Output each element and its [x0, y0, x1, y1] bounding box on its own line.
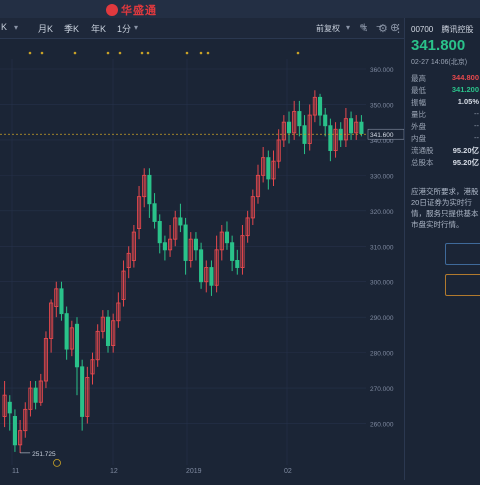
tab-quarterly[interactable]: 季K	[64, 22, 79, 35]
action-button-primary[interactable]	[445, 243, 480, 265]
candle-down	[338, 128, 343, 141]
chevron-down-icon: ▾	[134, 23, 139, 32]
event-e-icon	[53, 458, 61, 467]
y-tick-label: 270.000	[370, 386, 394, 393]
candle-down	[209, 267, 214, 286]
y-tick-label: 330.000	[370, 173, 394, 180]
brand-name: 华盛通	[121, 5, 157, 17]
candle-down	[235, 260, 240, 268]
pencil-icon[interactable]: ✎	[359, 22, 368, 35]
stock-code: 00700	[411, 25, 434, 34]
candle-down	[183, 224, 188, 261]
chevron-down-icon: ▾	[346, 23, 351, 32]
candle-down	[162, 242, 167, 251]
event-marker	[73, 51, 77, 55]
x-tick-label: 11	[12, 468, 19, 475]
adjust-dropdown[interactable]: ▾	[346, 21, 350, 33]
adjust-select[interactable]: 前复权	[316, 23, 340, 34]
event-marker	[140, 51, 144, 55]
stat-float-shares: 流通股 95.20亿	[411, 146, 479, 155]
tab-k-dropdown[interactable]: ▾	[14, 22, 18, 32]
event-marker	[146, 51, 150, 55]
candle-down	[224, 231, 230, 244]
low-price-label: 251.725	[32, 451, 56, 458]
candle-down	[7, 401, 12, 414]
candle-down	[297, 111, 302, 127]
candle-down	[152, 203, 157, 222]
event-marker	[199, 51, 203, 55]
y-tick-label: 310.000	[370, 244, 394, 251]
tab-k[interactable]: K	[1, 22, 7, 32]
candle-down	[359, 121, 364, 134]
action-button-secondary[interactable]	[445, 274, 480, 296]
event-marker	[118, 51, 122, 55]
candle-down	[286, 121, 292, 134]
quote-timestamp: 02-27 14:06(北京)	[411, 59, 468, 66]
y-tick-label: 290.000	[370, 315, 394, 322]
event-marker	[40, 51, 44, 55]
y-tick-label: 350.000	[370, 102, 394, 109]
last-price: 341.800	[411, 37, 466, 54]
candle-down	[266, 157, 271, 180]
chevron-down-icon: ▾	[14, 23, 19, 32]
candle-down	[317, 96, 323, 116]
y-tick-label: 260.000	[370, 422, 394, 429]
stock-name: 腾讯控股	[441, 25, 474, 34]
candlestick-chart[interactable]: 360.000350.000340.000330.000320.000310.0…	[0, 38, 405, 480]
candle-down	[199, 249, 204, 283]
event-marker	[106, 51, 110, 55]
stat-total-shares: 总股本 95.20亿	[411, 158, 479, 167]
y-tick-label: 360.000	[370, 67, 394, 74]
more-icon[interactable]: ⋮	[393, 22, 404, 35]
app-header: 华盛通	[0, 0, 480, 18]
tab-monthly[interactable]: 月K	[38, 22, 53, 35]
candle-down	[328, 125, 333, 151]
candle-down	[193, 238, 198, 251]
stock-header: 00700 腾讯控股	[411, 24, 479, 35]
tab-yearly[interactable]: 年K	[91, 22, 106, 35]
event-marker	[206, 51, 210, 55]
brand: 华盛通	[106, 2, 157, 18]
candle-down	[105, 316, 111, 346]
candle-down	[323, 114, 328, 127]
candle-down	[349, 118, 354, 134]
candle-down	[230, 242, 235, 261]
current-price-label: 341.600	[370, 132, 394, 139]
candle-down	[157, 221, 162, 244]
event-marker	[28, 51, 32, 55]
candle-down	[59, 288, 64, 315]
candle-down	[12, 416, 17, 446]
y-tick-label: 320.000	[370, 209, 394, 216]
tab-1min-dropdown[interactable]: ▾	[134, 22, 138, 32]
y-tick-label: 280.000	[370, 351, 394, 358]
candle-down	[80, 366, 85, 417]
quote-panel: 00700 腾讯控股 341.800 ▼ 02-27 14:06(北京) 最高3…	[404, 18, 480, 480]
stat-high: 最高 344.800	[411, 73, 479, 83]
event-marker	[185, 51, 189, 55]
x-tick-label: 12	[110, 468, 118, 475]
event-marker	[296, 51, 300, 55]
stat-amplitude: 振幅 1.05%	[411, 97, 479, 107]
x-tick-label: 02	[284, 468, 292, 475]
candle-down	[178, 217, 183, 226]
stat-outer: 外盘 --	[411, 121, 479, 131]
candle-down	[74, 323, 80, 368]
x-tick-label: 2019	[186, 468, 202, 475]
candle-down	[33, 387, 38, 403]
chart-toolbar: K ▾ 月K 季K 年K 1分 ▾ 前复权 ▾ + − ⊕	[0, 18, 404, 39]
brand-logo-icon	[106, 4, 118, 16]
kline-chart[interactable]: 360.000 350.000 340.000 330.000 320.000 310.0…	[0, 38, 405, 480]
stat-low: 最低 341.200	[411, 85, 479, 95]
candle-down	[147, 174, 152, 205]
stat-volume-ratio: 量比 --	[411, 109, 479, 119]
realtime-notice: 应港交所要求，港股20日证券为实时行情，服务只提供基本市盘实时行情。	[411, 187, 479, 229]
settings-icon[interactable]: ⚙	[378, 22, 388, 35]
candle-down	[64, 313, 69, 350]
stat-inner: 内盘 --	[411, 133, 479, 143]
y-tick-label: 300.000	[370, 280, 394, 287]
candle-down	[302, 125, 307, 144]
tab-1min[interactable]: 1分	[117, 22, 131, 35]
